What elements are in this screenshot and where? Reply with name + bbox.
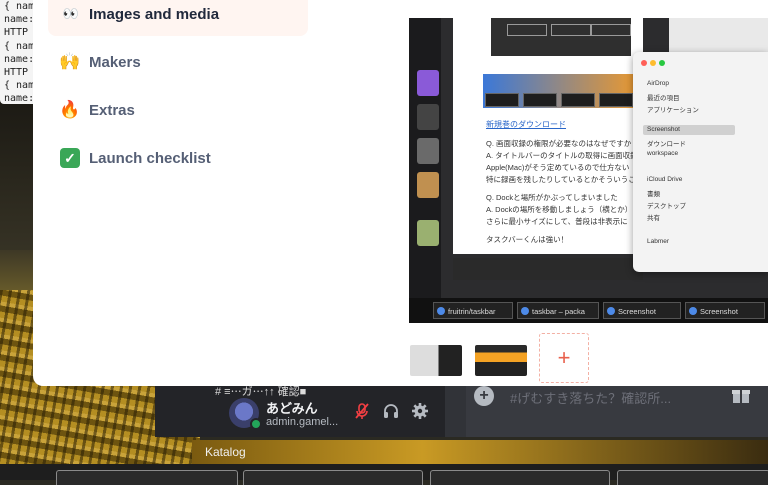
preview-doc-footer: [453, 258, 643, 280]
check-mark-icon: ✓: [59, 147, 81, 169]
preview-taskbar-button: taskbar – packa: [517, 302, 599, 319]
preview-text-line: Apple(Mac)がそう定めているので仕方ない: [486, 163, 630, 172]
preview-taskbar-button: Screenshot: [603, 302, 681, 319]
menu-item-label: Images and media: [89, 5, 220, 23]
media-preview[interactable]: 新規巻のダウンロード Q. 画面収録の権限が必要なのはなぜですか A. タイトル…: [409, 18, 768, 323]
message-placeholder: #げむすき落ちた？確認所...: [510, 391, 672, 406]
media-thumbnail-1[interactable]: [410, 345, 462, 376]
preview-taskbar-button: Screenshot: [685, 302, 765, 319]
media-thumbnail-2[interactable]: [475, 345, 527, 376]
preview-thumbnail: [417, 172, 439, 198]
preview-text-line: さらに最小サイズにして、普段は非表示に: [486, 217, 628, 226]
preview-finder-window: AirDrop 最近の項目 アプリケーション Screenshot ダウンロード…: [633, 52, 768, 272]
fire-icon: 🔥: [59, 100, 81, 119]
taskbar-window-button[interactable]: [430, 470, 610, 485]
menu-item-images-and-media[interactable]: 👀 Images and media: [48, 0, 308, 36]
finder-item: アプリケーション: [647, 107, 699, 114]
taskbar-window-button[interactable]: [243, 470, 423, 485]
preview-link: 新規巻のダウンロード: [486, 120, 566, 129]
preview-thumbnail: [417, 104, 439, 130]
preview-thumbnail: [417, 138, 439, 164]
taskbar-window-button[interactable]: [56, 470, 238, 485]
finder-item: 共有: [647, 215, 660, 222]
finder-item: iCloud Drive: [647, 176, 683, 183]
preview-thumbnail: [417, 220, 439, 246]
user-handle: admin.gamel...: [266, 416, 339, 428]
menu-item-extras[interactable]: 🔥 Extras: [48, 88, 308, 132]
preview-doc-header: [491, 18, 631, 56]
taskbar-window-button[interactable]: [617, 470, 768, 485]
preview-background-window: [669, 18, 768, 52]
preview-text-line: A. タイトルバーのタイトルの取得に画面収録: [486, 151, 638, 160]
add-attachment-icon[interactable]: +: [474, 386, 494, 406]
add-media-button[interactable]: +: [539, 333, 589, 383]
folder-label[interactable]: Katalog: [205, 445, 246, 459]
raised-hands-icon: 🙌: [59, 52, 81, 71]
finder-item: デスクトップ: [647, 203, 686, 210]
menu-item-launch-checklist[interactable]: ✓ Launch checklist: [48, 136, 308, 180]
preview-sidebar: [409, 18, 441, 298]
finder-item: workspace: [647, 150, 679, 157]
menu-item-label: Extras: [89, 101, 135, 119]
finder-item: 書類: [647, 191, 660, 198]
finder-item: AirDrop: [647, 80, 670, 87]
zoom-icon: [659, 60, 665, 66]
preview-text-line: Q. Dockと場所がかぶってしまいました: [486, 193, 618, 202]
finder-item: 最近の項目: [647, 95, 680, 102]
minimize-icon: [650, 60, 656, 66]
menu-item-makers[interactable]: 🙌 Makers: [48, 40, 308, 84]
finder-item: ダウンロード: [647, 141, 686, 148]
eyes-icon: 👀: [62, 6, 79, 21]
close-icon: [641, 60, 647, 66]
preview-text-line: Q. 画面収録の権限が必要なのはなぜですか: [486, 139, 632, 148]
preview-taskbar-button: fruitrin/taskbar: [433, 302, 513, 319]
preview-text-line: A. Dockの場所を移動しましょう（横とか）: [486, 205, 633, 214]
preview-text-line: 特に録画を残したりしているとかそういうこと: [486, 175, 644, 184]
finder-item: Labmer: [647, 238, 670, 245]
preview-thumbnail: [417, 70, 439, 96]
headset-icon[interactable]: [381, 402, 401, 422]
gear-icon[interactable]: [410, 402, 430, 422]
menu-item-label: Launch checklist: [89, 149, 211, 167]
finder-path-bar: [192, 440, 768, 464]
finder-item: Screenshot: [647, 126, 680, 133]
online-status-dot: [250, 418, 262, 430]
username[interactable]: あどみん: [266, 398, 318, 417]
preview-banner: [483, 74, 643, 108]
preview-text-line: タスクバーくんは強い！: [486, 235, 569, 244]
gift-icon[interactable]: [730, 386, 752, 406]
mic-muted-icon[interactable]: [352, 402, 372, 422]
menu-item-label: Makers: [89, 53, 141, 71]
